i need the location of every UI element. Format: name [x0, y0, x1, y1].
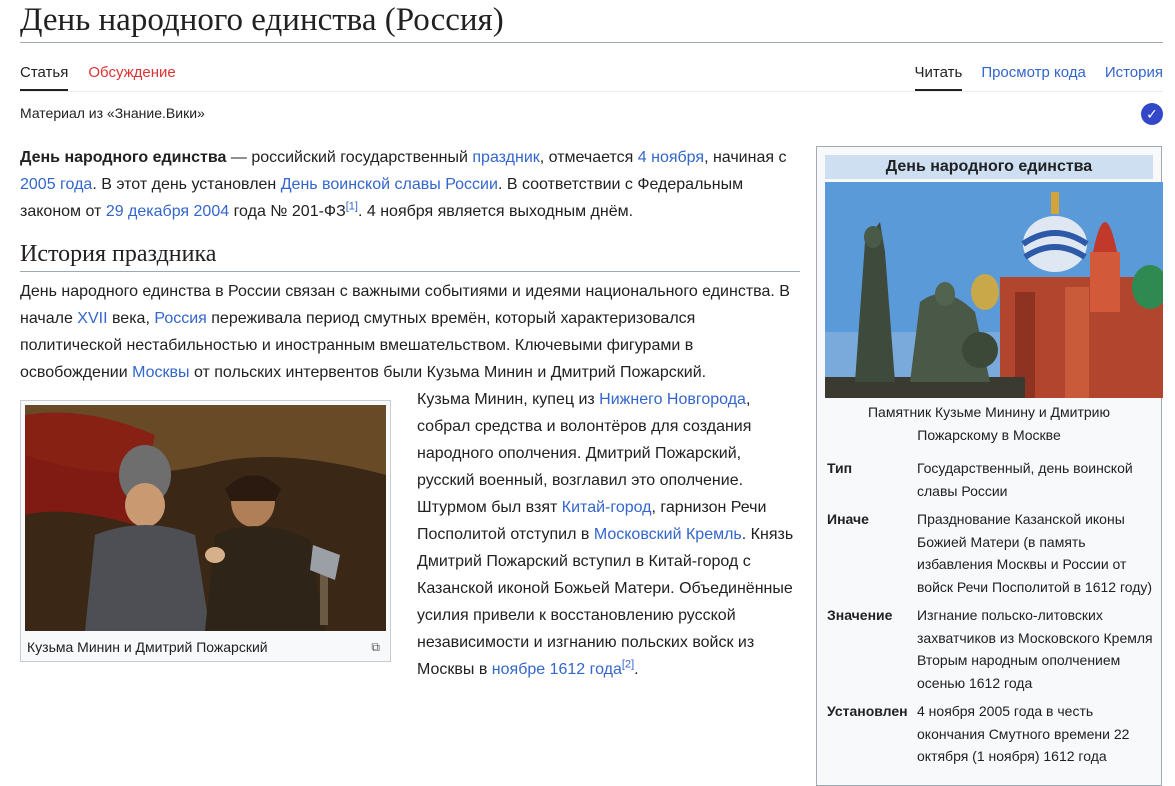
article-body: День народного единства — российский гос…	[20, 144, 800, 683]
infobox-title: День народного единства	[825, 155, 1153, 179]
tab-history[interactable]: История	[1105, 64, 1163, 91]
link-2005[interactable]: 2005 года	[20, 176, 92, 193]
intro-paragraph: День народного единства — российский гос…	[20, 144, 800, 225]
tab-view-source[interactable]: Просмотр кода	[981, 64, 1086, 91]
infobox-label: Значение	[827, 607, 893, 623]
text: .	[634, 661, 639, 678]
painting-illustration	[25, 405, 386, 631]
history-paragraph-1: День народного единства в России связан …	[20, 278, 800, 386]
link-holiday[interactable]: праздник	[472, 149, 539, 166]
tab-article[interactable]: Статья	[20, 64, 69, 91]
text: , собрал средства и волонтёров для созда…	[417, 391, 752, 516]
intro-bold: День народного единства	[20, 149, 227, 166]
link-moscow-kremlin[interactable]: Московский Кремль	[594, 526, 742, 543]
infobox-caption: Памятник Кузьме Минину и Дмитрию Пожарск…	[867, 404, 1110, 443]
check-icon[interactable]: ✓	[1141, 103, 1163, 125]
text: . 4 ноября является выходным днём.	[357, 203, 634, 220]
infobox-label: Тип	[827, 460, 853, 476]
text: века,	[107, 310, 155, 327]
thumbnail-caption: Кузьма Минин и Дмитрий Пожарский ⧉	[25, 631, 386, 657]
text: — российский государственный	[226, 149, 473, 166]
infobox-value: Государственный, день воинской славы Рос…	[917, 460, 1133, 499]
link-xvii[interactable]: XVII	[77, 310, 107, 327]
infobox-row-meaning: Значение Изгнание польско-литовских захв…	[825, 604, 1153, 694]
text: , начиная с	[704, 149, 787, 166]
link-november-1612[interactable]: ноябре 1612 года	[492, 661, 622, 678]
view-tabs: Читать Просмотр кода История	[914, 64, 1163, 91]
infobox-value: Празднование Казанской иконы Божией Мате…	[917, 511, 1153, 595]
section-heading-history: История праздника	[20, 239, 800, 272]
infobox-row-otherwise: Иначе Празднование Казанской иконы Божие…	[825, 508, 1153, 598]
monument-illustration	[825, 182, 1163, 398]
infobox-row-type: Тип Государственный, день воинской славы…	[825, 457, 1153, 502]
link-nov4[interactable]: 4 ноября	[638, 149, 704, 166]
site-subtitle: Материал из «Знание.Вики»	[20, 105, 205, 121]
reference-2[interactable]: [2]	[622, 659, 634, 671]
text: от польских интервентов были Кузьма Мини…	[189, 364, 707, 381]
infobox: День народного единства Памятник Кузьме …	[816, 146, 1163, 786]
namespace-tabs: Статья Обсуждение	[20, 64, 176, 91]
monument-photo[interactable]	[825, 182, 1163, 398]
text: Кузьма Минин, купец из	[417, 391, 600, 408]
reference-1[interactable]: [1]	[346, 201, 358, 213]
caption-text: Кузьма Минин и Дмитрий Пожарский	[27, 639, 268, 655]
link-russia[interactable]: Россия	[154, 310, 206, 327]
infobox-row-established: Установлен 4 ноября 2005 года в честь ок…	[825, 700, 1153, 768]
infobox-value: 4 ноября 2005 года в честь окончания Сму…	[917, 703, 1130, 764]
enlarge-icon[interactable]: ⧉	[371, 637, 380, 657]
infobox-label: Иначе	[827, 511, 869, 527]
thumbnail-figure: Кузьма Минин и Дмитрий Пожарский ⧉	[20, 400, 391, 662]
tab-discussion[interactable]: Обсуждение	[88, 64, 175, 91]
text: года № 201-ФЗ	[229, 203, 346, 220]
text: , отмечается	[539, 149, 638, 166]
link-moscow[interactable]: Москвы	[132, 364, 189, 381]
tabs-divider	[20, 91, 1163, 92]
text: . Князь Дмитрий Пожарский вступил в Кита…	[417, 526, 794, 678]
infobox-value: Изгнание польско-литовских захватчиков и…	[917, 607, 1153, 691]
link-kitay-gorod[interactable]: Китай-город	[562, 499, 652, 516]
page-title: День народного единства (Россия)	[20, 0, 1163, 43]
link-dec29-2004[interactable]: 29 декабря 2004	[106, 203, 229, 220]
link-military-glory-day[interactable]: День воинской славы России	[281, 176, 498, 193]
text: . В этот день установлен	[92, 176, 281, 193]
minin-pozharsky-painting[interactable]	[25, 405, 386, 631]
tab-read[interactable]: Читать	[914, 64, 963, 91]
link-nizhny-novgorod[interactable]: Нижнего Новгорода	[599, 391, 746, 408]
infobox-label: Установлен	[827, 703, 908, 719]
